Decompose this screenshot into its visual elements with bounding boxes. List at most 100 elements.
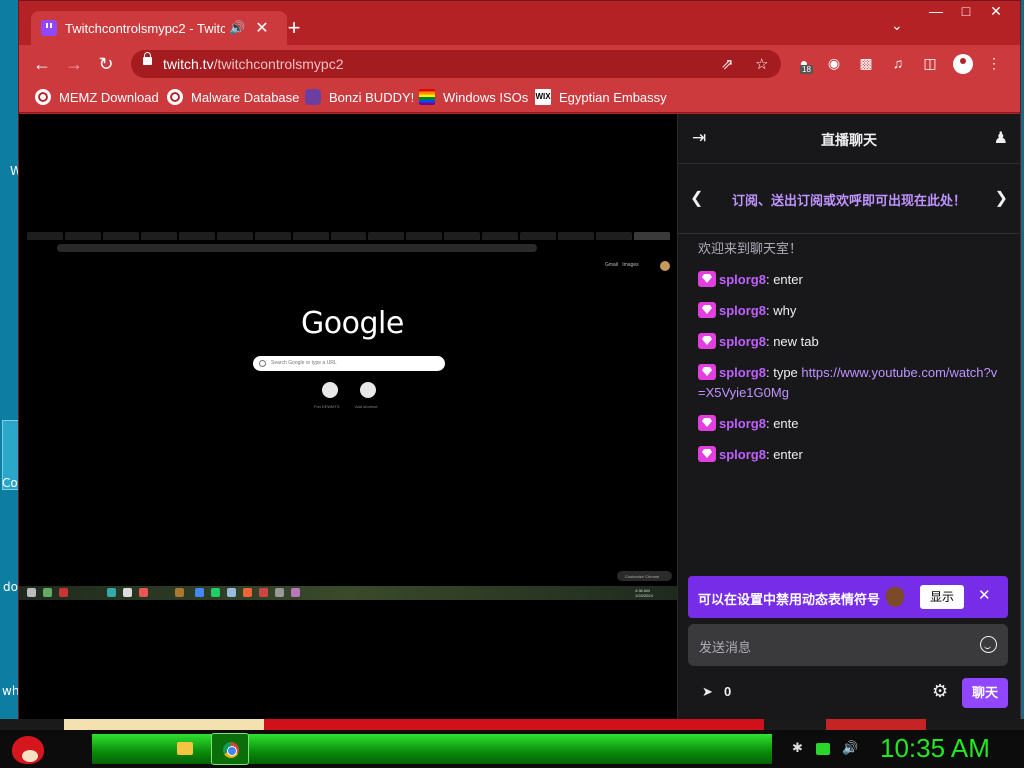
tray-monitor-icon[interactable] xyxy=(816,743,830,755)
desktop-text-fragment: wh xyxy=(2,684,20,698)
file-explorer-button[interactable] xyxy=(166,733,204,765)
stream-clock: 4:36 AM 1/24/2024 xyxy=(635,588,653,598)
stream-shortcut-label: Add shortcut xyxy=(355,404,378,409)
chat-title: 直播聊天 xyxy=(821,132,877,148)
chat-header: ⇥ 直播聊天 ♟ xyxy=(678,114,1020,164)
pointer-cursor-icon[interactable]: ➤ xyxy=(702,684,713,700)
browser-toolbar: ← → ↻ twitch.tv/twitchcontrolsmypc2 ⇗ ☆ … xyxy=(19,45,1020,83)
chat-username[interactable]: splorg8 xyxy=(719,416,766,431)
close-tab-icon[interactable]: ✕ xyxy=(255,18,268,38)
gear-icon[interactable]: ⚙ xyxy=(932,681,948,702)
chat-username[interactable]: splorg8 xyxy=(719,272,766,287)
channel-points[interactable]: 0 xyxy=(724,684,731,699)
chat-text: type xyxy=(773,365,798,380)
chat-message: splorg8: new tab xyxy=(698,332,998,352)
windows-taskbar: ✱ 🔊 10:35 AM xyxy=(0,730,1024,768)
stream-browser-tabs xyxy=(27,232,670,240)
bookmark-star-icon[interactable]: ☆ xyxy=(755,55,768,73)
bookmark-malware-database[interactable]: Malware Database xyxy=(167,89,299,105)
promo-text: 订阅、送出订阅或欢呼即可出现在此处！ xyxy=(731,193,966,208)
chat-text: why xyxy=(773,303,797,318)
chat-username[interactable]: splorg8 xyxy=(719,334,766,349)
close-window-button[interactable]: ✕ xyxy=(981,3,1011,20)
twitch-page: Gmail Images Google Search Google or typ… xyxy=(19,114,1020,719)
google-logo: Google xyxy=(301,306,404,341)
subscriber-badge-icon[interactable] xyxy=(698,333,716,349)
subscriber-badge-icon[interactable] xyxy=(698,302,716,318)
chrome-icon xyxy=(223,742,239,758)
chrome-taskbar-button[interactable] xyxy=(211,733,249,765)
animated-emotes-notice: 可以在设置中禁用动态表情符号 显示 ✕ xyxy=(688,576,1008,618)
twitch-favicon-icon xyxy=(41,20,57,36)
browser-window: Twitchcontrolsmypc2 - Twitch 🔊 ✕ + ⌄ — □… xyxy=(18,0,1021,720)
subscriber-badge-icon[interactable] xyxy=(698,271,716,287)
stream-taskbar xyxy=(19,586,677,600)
puzzle-extensions-icon[interactable]: ▩ xyxy=(857,54,875,72)
tab-strip: Twitchcontrolsmypc2 - Twitch 🔊 ✕ + ⌄ — □… xyxy=(19,1,1020,45)
chat-text: ente xyxy=(773,416,799,431)
profile-avatar[interactable] xyxy=(953,54,973,74)
stream-search-box: Search Google or type a URL xyxy=(253,356,445,371)
stream-shortcut-twitch xyxy=(322,382,338,398)
chevron-right-icon[interactable]: ❯ xyxy=(995,188,1008,208)
new-tab-button[interactable]: + xyxy=(281,15,307,41)
desktop-background xyxy=(0,0,20,730)
close-icon[interactable]: ✕ xyxy=(978,586,991,604)
video-player[interactable]: Gmail Images Google Search Google or typ… xyxy=(19,114,677,719)
bookmark-windows-isos[interactable]: Windows ISOs xyxy=(419,89,528,105)
forward-button[interactable]: → xyxy=(61,51,87,77)
chat-username[interactable]: splorg8 xyxy=(719,365,766,380)
globe-icon xyxy=(35,89,51,105)
chat-username[interactable]: splorg8 xyxy=(719,303,766,318)
chat-input-placeholder: 发送消息 xyxy=(699,640,752,655)
share-icon[interactable]: ⇗ xyxy=(721,55,734,73)
back-button[interactable]: ← xyxy=(29,51,55,77)
globe-icon xyxy=(167,89,183,105)
minimize-button[interactable]: — xyxy=(921,3,951,19)
desktop-text-fragment: Co xyxy=(2,476,18,490)
chat-footer: ➤ 0 ⚙ 聊天 xyxy=(678,676,1020,708)
address-bar[interactable]: twitch.tv/twitchcontrolsmypc2 ⇗ ☆ xyxy=(131,50,781,78)
subscriber-badge-icon[interactable] xyxy=(698,364,716,380)
chat-panel: ⇥ 直播聊天 ♟ ❮ 订阅、送出订阅或欢呼即可出现在此处！ ❯ 欢迎来到聊天室！… xyxy=(677,114,1020,719)
stream-shortcut-add xyxy=(360,382,376,398)
start-button[interactable] xyxy=(8,730,48,768)
chat-username[interactable]: splorg8 xyxy=(719,447,766,462)
chat-send-button[interactable]: 聊天 xyxy=(962,678,1008,708)
community-users-icon[interactable]: ♟ xyxy=(994,128,1008,148)
bookmark-egyptian-embassy[interactable]: WIX Egyptian Embassy xyxy=(535,89,667,105)
subscriber-badge-icon[interactable] xyxy=(698,415,716,431)
show-button[interactable]: 显示 xyxy=(920,585,964,609)
rainbow-flag-icon xyxy=(419,89,435,105)
menu-dots-icon[interactable]: ⋮ xyxy=(985,54,1003,72)
stream-top-links: Gmail Images xyxy=(605,262,639,268)
chat-message: splorg8: enter xyxy=(698,445,998,465)
speaker-icon[interactable]: 🔊 xyxy=(229,20,245,36)
tab-twitch[interactable]: Twitchcontrolsmypc2 - Twitch 🔊 ✕ xyxy=(31,11,287,45)
media-control-icon[interactable]: ♫ xyxy=(889,54,907,72)
reload-button[interactable]: ↻ xyxy=(93,51,119,77)
bookmark-memz[interactable]: MEMZ Download xyxy=(35,89,159,105)
tray-bluetooth-icon[interactable]: ✱ xyxy=(792,740,803,756)
subscriber-badge-icon[interactable] xyxy=(698,446,716,462)
chat-input[interactable]: 发送消息 xyxy=(688,624,1008,666)
tray-volume-icon[interactable]: 🔊 xyxy=(842,740,858,756)
folder-icon xyxy=(177,742,193,755)
chat-text: enter xyxy=(773,272,803,287)
welcome-message: 欢迎来到聊天室！ xyxy=(698,241,803,256)
side-panel-icon[interactable]: ◫ xyxy=(921,54,939,72)
chevron-down-icon[interactable]: ⌄ xyxy=(891,17,903,34)
extension-flag-icon[interactable]: ◉ xyxy=(825,54,843,72)
maximize-button[interactable]: □ xyxy=(951,3,981,19)
chat-message: splorg8: enter xyxy=(698,270,998,290)
wix-icon: WIX xyxy=(535,89,551,105)
chat-message: splorg8: ente xyxy=(698,414,998,434)
chat-promo-banner: ❮ 订阅、送出订阅或欢呼即可出现在此处！ ❯ xyxy=(678,164,1020,234)
lock-icon[interactable] xyxy=(143,52,152,65)
desktop-wallpaper-strip xyxy=(0,719,1024,730)
taskbar-clock[interactable]: 10:35 AM xyxy=(880,733,990,764)
stream-customize-button: Customize Chrome xyxy=(617,571,672,581)
bookmark-bonzi[interactable]: Bonzi BUDDY! xyxy=(305,89,414,105)
chat-message: splorg8: why xyxy=(698,301,998,321)
emote-picker-icon[interactable] xyxy=(980,636,997,653)
